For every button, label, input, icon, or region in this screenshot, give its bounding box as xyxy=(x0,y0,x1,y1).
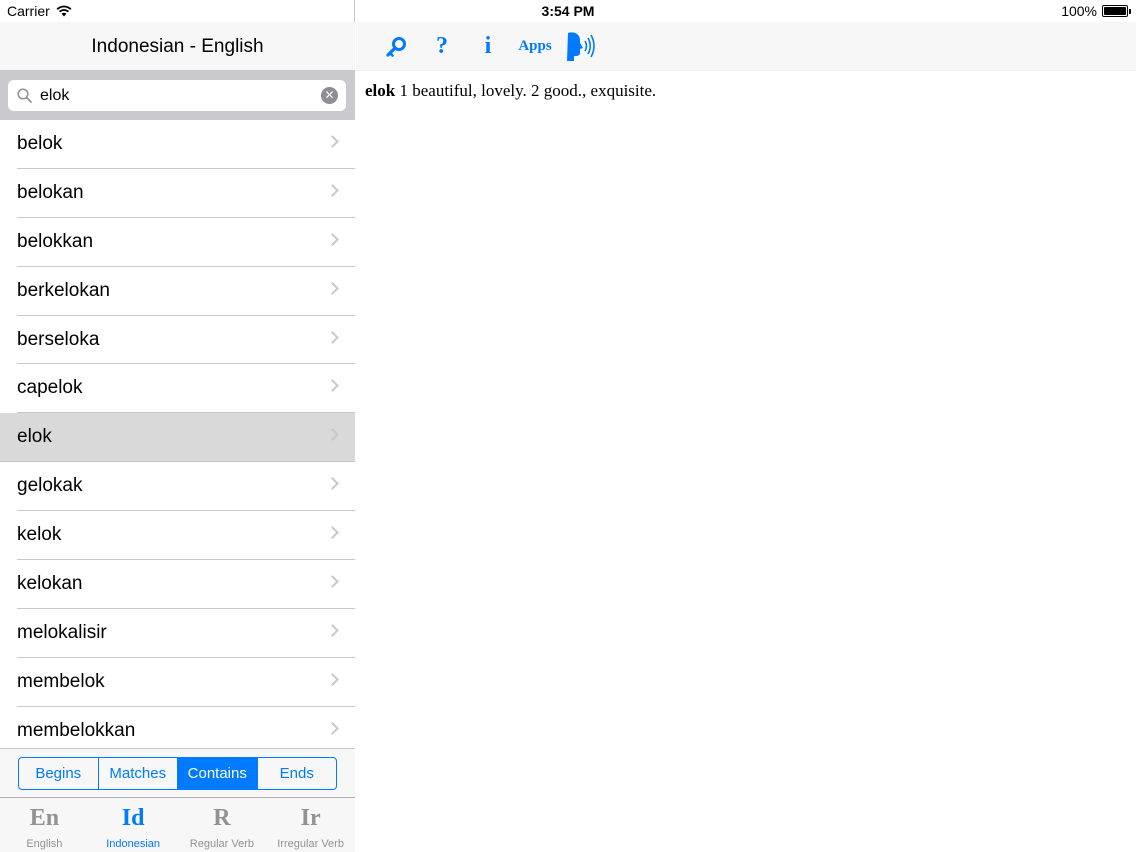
chevron-right-icon xyxy=(326,135,339,148)
chevron-right-icon xyxy=(326,624,339,637)
list-item-label: belokkan xyxy=(17,230,94,252)
key-icon xyxy=(386,36,406,57)
list-item[interactable]: kelok xyxy=(0,511,355,561)
tab-label: Indonesian xyxy=(106,838,161,850)
segment-ends[interactable]: Ends xyxy=(258,758,337,789)
list-item-label: belokan xyxy=(17,181,84,203)
chevron-right-icon xyxy=(326,721,339,735)
word-list: belok belokan belokkan berkelokan berseloka c… xyxy=(0,120,355,748)
chevron-right-icon xyxy=(326,575,339,588)
search-mode-bar: Begins Matches Contains Ends xyxy=(0,748,355,797)
tab-en-icon: En xyxy=(29,805,60,831)
tab-indonesian[interactable]: Id Indonesian xyxy=(89,798,178,852)
list-item[interactable]: membelokkan xyxy=(0,706,355,748)
chevron-right-icon xyxy=(326,428,339,442)
tab-ir-icon: Ir xyxy=(300,805,321,831)
list-item-label: kelokan xyxy=(17,573,83,595)
help-icon: ? xyxy=(436,33,448,59)
list-item[interactable]: kelokan xyxy=(0,560,355,609)
chevron-right-icon xyxy=(326,184,339,197)
list-item[interactable]: membelok xyxy=(0,657,355,707)
apps-label: Apps xyxy=(518,38,552,54)
chevron-right-icon xyxy=(326,330,339,344)
speak-button[interactable] xyxy=(562,22,600,71)
search-field[interactable]: ✕ xyxy=(8,80,346,111)
list-item[interactable]: berkelokan xyxy=(0,266,355,316)
list-item[interactable]: melokalisir xyxy=(0,608,355,658)
help-button[interactable]: ? xyxy=(428,22,456,71)
chevron-right-icon xyxy=(326,232,339,246)
chevron-right-icon xyxy=(326,526,339,539)
chevron-right-icon xyxy=(326,672,339,686)
master-panel: Indonesian - English ✕ belokbelokanbelok… xyxy=(0,0,355,852)
tab-label: Irregular Verb xyxy=(277,838,344,850)
tab-english[interactable]: En English xyxy=(0,798,89,852)
list-item-label: gelokak xyxy=(17,475,83,497)
list-item-label: berseloka xyxy=(17,328,100,350)
search-bar: ✕ xyxy=(0,71,355,120)
list-item[interactable]: belokan xyxy=(0,168,355,218)
list-item[interactable]: berseloka xyxy=(0,315,355,365)
detail-toolbar: ? i Apps xyxy=(356,22,1136,71)
tab-id-icon: Id xyxy=(121,805,145,831)
list-item-label: berkelokan xyxy=(17,279,110,301)
list-item-label: capelok xyxy=(17,377,83,399)
segment-contains[interactable]: Contains xyxy=(178,758,258,789)
list-item[interactable]: gelokak xyxy=(0,462,355,512)
clear-search-icon[interactable]: ✕ xyxy=(321,87,338,104)
segment-begins[interactable]: Begins xyxy=(19,758,99,789)
list-item[interactable]: capelok xyxy=(0,364,355,414)
tab-irregular-verb[interactable]: Ir Irregular Verb xyxy=(266,798,355,852)
chevron-right-icon xyxy=(326,281,339,295)
definition-headword: elok xyxy=(365,81,396,100)
search-input[interactable] xyxy=(40,80,310,111)
chevron-right-icon xyxy=(326,379,339,393)
tab-label: Regular Verb xyxy=(189,838,254,850)
search-key-button[interactable] xyxy=(382,22,410,71)
chevron-right-icon xyxy=(326,477,339,491)
info-icon: i xyxy=(484,33,492,59)
definition-text: elok 1 beautiful, lovely. 2 good., exqui… xyxy=(365,80,656,102)
master-nav-bar: Indonesian - English xyxy=(0,22,355,71)
tab-label: English xyxy=(26,838,63,850)
list-item-label: elok xyxy=(17,426,52,448)
info-button[interactable]: i xyxy=(474,22,502,71)
search-mode-segmented-control: Begins Matches Contains Ends xyxy=(18,757,337,790)
speaking-head-icon xyxy=(567,31,595,61)
segment-matches[interactable]: Matches xyxy=(99,758,178,789)
tab-r-icon: R xyxy=(213,805,231,831)
search-icon xyxy=(17,88,32,103)
list-item-label: belok xyxy=(17,133,63,154)
tab-bar: En English Id Indonesian R Regular Verb Ir Irre… xyxy=(0,797,355,852)
definition-body: 1 beautiful, lovely. 2 good., exquisite. xyxy=(395,81,657,100)
list-item[interactable]: elok xyxy=(0,413,355,463)
apps-button[interactable]: Apps xyxy=(514,22,556,71)
list-item-label: melokalisir xyxy=(17,621,107,643)
list-item-label: membelok xyxy=(17,670,105,692)
list-item[interactable]: belok xyxy=(0,120,355,169)
list-item-label: kelok xyxy=(17,524,62,546)
tab-regular-verb[interactable]: R Regular Verb xyxy=(178,798,267,852)
page-title: Indonesian - English xyxy=(91,36,264,57)
detail-panel: ? i Apps elok 1 beautiful, lovely. 2 goo… xyxy=(356,0,1136,852)
list-item[interactable]: belokkan xyxy=(0,217,355,267)
list-item-label: membelokkan xyxy=(17,719,136,741)
